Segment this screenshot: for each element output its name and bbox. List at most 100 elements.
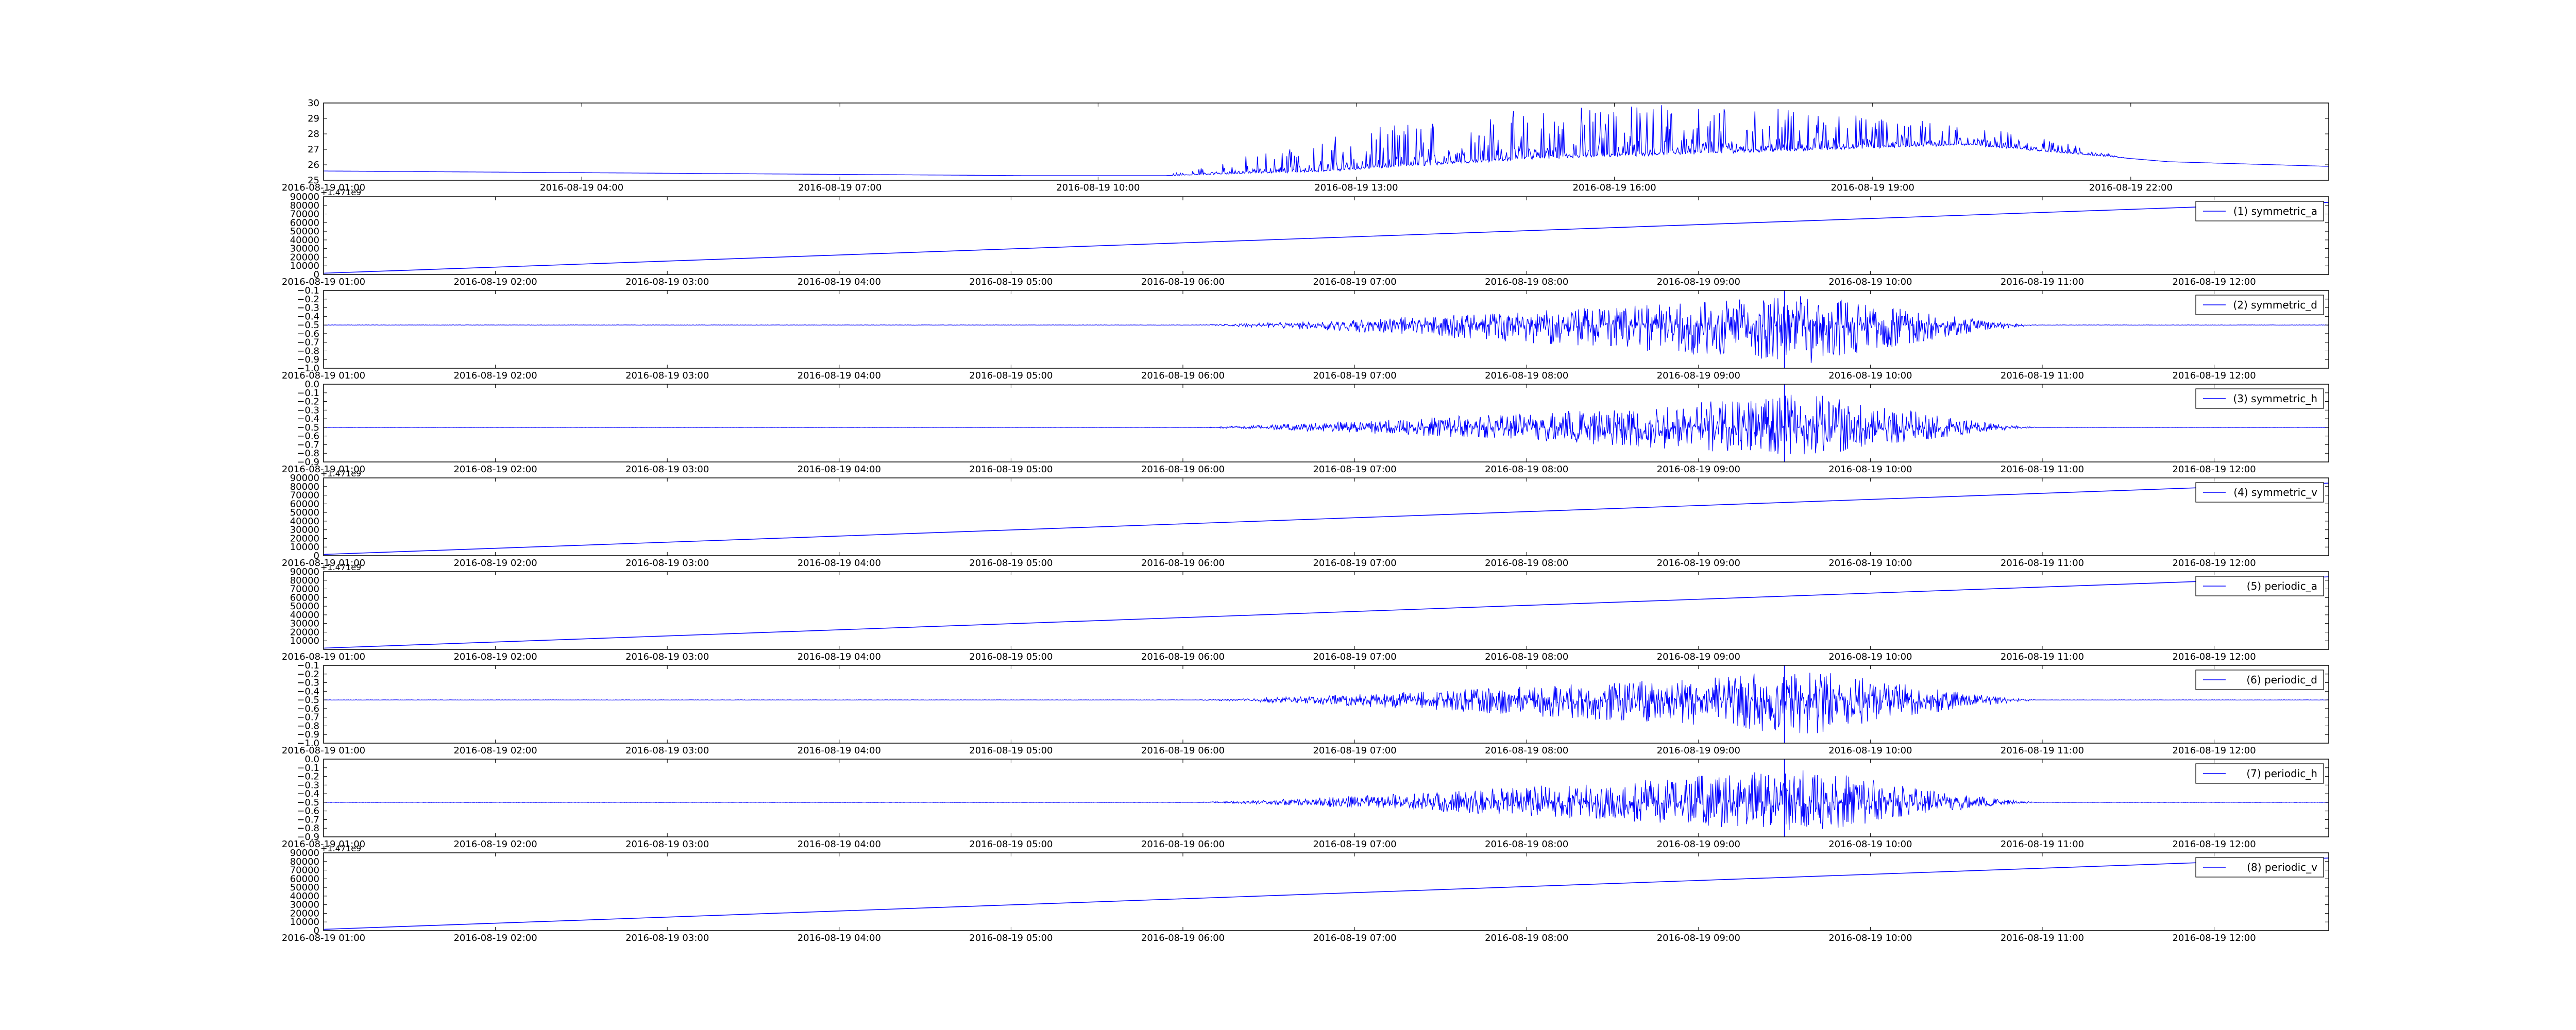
x-tick-label: 2016-08-19 09:00 bbox=[1657, 558, 1740, 569]
x-tick-label: 2016-08-19 02:00 bbox=[453, 933, 537, 943]
x-tick-label: 2016-08-19 13:00 bbox=[1314, 182, 1398, 193]
x-tick-label: 2016-08-19 01:00 bbox=[282, 651, 365, 662]
x-tick-label: 2016-08-19 22:00 bbox=[2089, 182, 2173, 193]
legend-label: (2) symmetric_d bbox=[2233, 299, 2317, 311]
x-tick-label: 2016-08-19 07:00 bbox=[1313, 745, 1396, 756]
x-tick-label: 2016-08-19 12:00 bbox=[2172, 745, 2256, 756]
x-tick-label: 2016-08-19 07:00 bbox=[1313, 464, 1396, 475]
legend: (2) symmetric_d bbox=[2195, 295, 2324, 315]
x-tick-label: 2016-08-19 04:00 bbox=[540, 182, 623, 193]
y-tick-label: 26 bbox=[308, 160, 319, 170]
y-tick-label: 28 bbox=[308, 129, 319, 140]
x-tick-label: 2016-08-19 01:00 bbox=[282, 933, 365, 943]
figure: 2016-08-19 01:00 2016-08-19 04:00 2016-08-… bbox=[0, 0, 2576, 1030]
x-tick-label: 2016-08-19 06:00 bbox=[1141, 558, 1225, 569]
x-tick-label: 2016-08-19 05:00 bbox=[969, 464, 1053, 475]
x-tick-label: 2016-08-19 10:00 bbox=[1828, 370, 1912, 381]
legend: (8) periodic_v bbox=[2195, 857, 2324, 878]
plot-area bbox=[324, 103, 2329, 180]
x-tick-label: 2016-08-19 04:00 bbox=[798, 745, 881, 756]
x-tick-label: 2016-08-19 16:00 bbox=[1572, 182, 1656, 193]
x-tick-label: 2016-08-19 02:00 bbox=[453, 558, 537, 569]
x-tick-label: 2016-08-19 07:00 bbox=[798, 182, 882, 193]
chart-panel-5: 2016-08-19 01:00 2016-08-19 02:00 2016-08-… bbox=[282, 562, 2329, 662]
plot-area bbox=[324, 759, 2329, 837]
x-tick-label: 2016-08-19 11:00 bbox=[2001, 277, 2084, 287]
x-tick-label: 2016-08-19 05:00 bbox=[969, 839, 1053, 850]
x-tick-label: 2016-08-19 06:00 bbox=[1141, 933, 1225, 943]
x-tick-label: 2016-08-19 11:00 bbox=[2001, 464, 2084, 475]
legend: (1) symmetric_a bbox=[2195, 201, 2324, 221]
x-tick-label: 2016-08-19 10:00 bbox=[1828, 558, 1912, 569]
x-tick-label: 2016-08-19 12:00 bbox=[2172, 651, 2256, 662]
x-tick-label: 2016-08-19 03:00 bbox=[625, 651, 709, 662]
x-tick-label: 2016-08-19 10:00 bbox=[1828, 464, 1912, 475]
y-tick-label: 90000 bbox=[290, 473, 319, 484]
x-tick-label: 2016-08-19 05:00 bbox=[969, 370, 1053, 381]
x-tick-label: 2016-08-19 04:00 bbox=[798, 933, 881, 943]
x-tick-label: 2016-08-19 09:00 bbox=[1657, 370, 1740, 381]
legend-label: (6) periodic_d bbox=[2246, 674, 2317, 686]
x-tick-label: 2016-08-19 07:00 bbox=[1313, 651, 1396, 662]
x-offset-label: +1.471e9 bbox=[320, 844, 361, 853]
x-tick-label: 2016-08-19 09:00 bbox=[1657, 933, 1740, 943]
x-tick-label: 2016-08-19 08:00 bbox=[1485, 651, 1568, 662]
y-tick-label: −0.1 bbox=[297, 660, 319, 671]
x-tick-label: 2016-08-19 12:00 bbox=[2172, 558, 2256, 569]
y-tick-label: −0.1 bbox=[297, 285, 319, 296]
x-tick-label: 2016-08-19 03:00 bbox=[625, 558, 709, 569]
legend-label: (4) symmetric_v bbox=[2233, 486, 2317, 499]
legend: (3) symmetric_h bbox=[2195, 388, 2324, 409]
x-tick-label: 2016-08-19 10:00 bbox=[1828, 933, 1912, 943]
chart-panel-2: 2016-08-19 01:00 2016-08-19 02:00 2016-08-… bbox=[282, 285, 2329, 381]
x-tick-label: 2016-08-19 07:00 bbox=[1313, 933, 1396, 943]
x-tick-label: 2016-08-19 08:00 bbox=[1485, 464, 1568, 475]
legend: (6) periodic_d bbox=[2195, 670, 2324, 690]
legend-label: (7) periodic_h bbox=[2246, 767, 2317, 780]
y-tick-label: 90000 bbox=[290, 192, 319, 202]
x-tick-label: 2016-08-19 05:00 bbox=[969, 277, 1053, 287]
legend-label: (1) symmetric_a bbox=[2233, 205, 2317, 217]
x-tick-label: 2016-08-19 09:00 bbox=[1657, 651, 1740, 662]
x-tick-label: 2016-08-19 10:00 bbox=[1828, 745, 1912, 756]
x-tick-label: 2016-08-19 08:00 bbox=[1485, 558, 1568, 569]
chart-panel-4: 2016-08-19 01:00 2016-08-19 02:00 2016-08-… bbox=[282, 469, 2329, 569]
x-tick-label: 2016-08-19 01:00 bbox=[282, 745, 365, 756]
chart-panel-6: 2016-08-19 01:00 2016-08-19 02:00 2016-08-… bbox=[282, 660, 2329, 756]
legend-label: (5) periodic_a bbox=[2247, 580, 2317, 592]
plot-area bbox=[324, 290, 2329, 368]
x-offset-label: +1.471e9 bbox=[320, 562, 361, 572]
x-tick-label: 2016-08-19 02:00 bbox=[453, 464, 537, 475]
plot-area bbox=[324, 384, 2329, 462]
x-tick-label: 2016-08-19 04:00 bbox=[798, 558, 881, 569]
x-tick-label: 2016-08-19 07:00 bbox=[1313, 558, 1396, 569]
x-tick-label: 2016-08-19 01:00 bbox=[282, 370, 365, 381]
x-tick-label: 2016-08-19 01:00 bbox=[282, 277, 365, 287]
chart-panel-8: 2016-08-19 01:00 2016-08-19 02:00 2016-08-… bbox=[282, 844, 2329, 943]
x-tick-label: 2016-08-19 10:00 bbox=[1828, 277, 1912, 287]
x-tick-label: 2016-08-19 04:00 bbox=[798, 651, 881, 662]
x-tick-label: 2016-08-19 02:00 bbox=[453, 370, 537, 381]
x-tick-label: 2016-08-19 03:00 bbox=[625, 933, 709, 943]
x-tick-label: 2016-08-19 10:00 bbox=[1828, 839, 1912, 850]
legend: (5) periodic_a bbox=[2195, 576, 2324, 596]
y-tick-label: 90000 bbox=[290, 848, 319, 859]
x-tick-label: 2016-08-19 12:00 bbox=[2172, 839, 2256, 850]
x-tick-label: 2016-08-19 07:00 bbox=[1313, 370, 1396, 381]
x-tick-label: 2016-08-19 11:00 bbox=[2001, 745, 2084, 756]
x-tick-label: 2016-08-19 11:00 bbox=[2001, 558, 2084, 569]
legend: (7) periodic_h bbox=[2195, 763, 2324, 784]
x-tick-label: 2016-08-19 12:00 bbox=[2172, 933, 2256, 943]
x-tick-label: 2016-08-19 04:00 bbox=[798, 370, 881, 381]
x-tick-label: 2016-08-19 12:00 bbox=[2172, 464, 2256, 475]
x-tick-label: 2016-08-19 19:00 bbox=[1831, 182, 1914, 193]
x-tick-label: 2016-08-19 04:00 bbox=[798, 277, 881, 287]
x-tick-label: 2016-08-19 04:00 bbox=[798, 839, 881, 850]
x-tick-label: 2016-08-19 06:00 bbox=[1141, 370, 1225, 381]
x-tick-label: 2016-08-19 12:00 bbox=[2172, 370, 2256, 381]
x-tick-label: 2016-08-19 02:00 bbox=[453, 277, 537, 287]
x-tick-label: 2016-08-19 03:00 bbox=[625, 277, 709, 287]
y-tick-label: 90000 bbox=[290, 566, 319, 577]
y-tick-label: 27 bbox=[308, 144, 319, 155]
chart-panel-3: 2016-08-19 01:00 2016-08-19 02:00 2016-08-… bbox=[282, 379, 2329, 475]
